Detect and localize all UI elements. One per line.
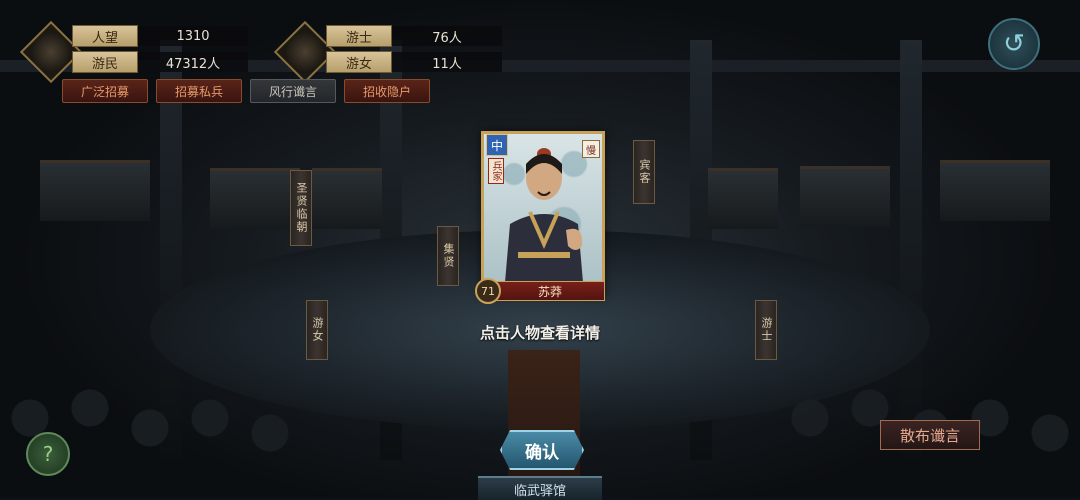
school-tag: 兵家	[488, 158, 504, 184]
character-name-plate[interactable]: 71 苏莽	[475, 278, 605, 304]
bell-rack	[210, 168, 300, 229]
question-icon: ?	[42, 442, 54, 466]
tap-hint: 点击人物查看详情	[479, 324, 600, 342]
stat-label: 游士	[326, 25, 392, 47]
bell-rack	[800, 166, 890, 227]
confirm-button[interactable]: 确认	[500, 430, 584, 470]
recruit-widely-button[interactable]: 广泛招募	[62, 79, 148, 103]
speed-badge: 慢	[582, 140, 600, 158]
tag-shengxian-linchao[interactable]: 圣贤临朝	[290, 170, 312, 246]
bell-rack	[940, 160, 1050, 221]
stat-label: 游女	[326, 51, 392, 73]
stat-younv: 游女 11人	[326, 51, 502, 73]
stat-youshi: 游士 76人	[326, 25, 502, 47]
stat-value: 11人	[392, 52, 502, 72]
stat-renwang: 人望 1310	[72, 25, 248, 47]
spread-rumor-button[interactable]: 散布谶言	[880, 420, 980, 450]
level-badge: 71	[475, 278, 501, 304]
stat-youmin: 游民 47312人	[72, 51, 248, 73]
tag-younv[interactable]: 游女	[306, 300, 328, 360]
recruit-soldiers-button[interactable]: 招募私兵	[156, 79, 242, 103]
undo-arrow-icon: ↺	[1003, 29, 1025, 59]
stat-label: 游民	[72, 51, 138, 73]
tag-youshi[interactable]: 游士	[755, 300, 777, 360]
back-button[interactable]: ↺	[988, 18, 1040, 70]
recruit-hidden-households-button[interactable]: 招收隐户	[344, 79, 430, 103]
spread-prophecy-button[interactable]: 风行谶言	[250, 79, 336, 103]
stat-label: 人望	[72, 25, 138, 47]
location-label: 临武驿馆	[478, 476, 602, 500]
tag-jixian[interactable]: 集贤	[437, 226, 459, 286]
bell-rack	[40, 160, 150, 221]
bell-rack	[708, 168, 778, 229]
character-name: 苏莽	[495, 281, 605, 301]
stat-value: 76人	[392, 26, 502, 46]
character-card[interactable]: 中 慢 兵家	[481, 131, 605, 297]
rank-badge: 中	[486, 134, 508, 156]
tag-binke[interactable]: 宾客	[633, 140, 655, 204]
bell-rack	[312, 168, 382, 229]
help-button[interactable]: ?	[26, 432, 70, 476]
stat-value: 47312人	[138, 52, 248, 72]
stat-value: 1310	[138, 26, 248, 46]
